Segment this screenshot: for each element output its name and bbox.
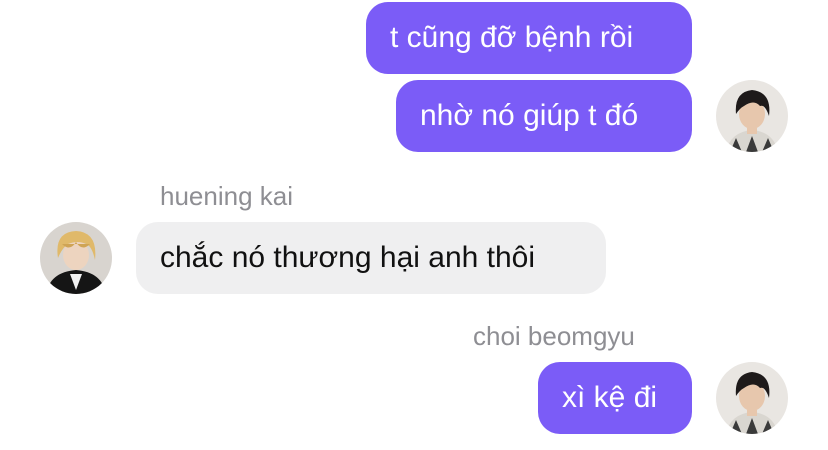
message-text: chắc nó thương hại anh thôi	[160, 241, 536, 274]
message-bubble-sent[interactable]: t cũng đỡ bệnh rồi	[366, 2, 692, 74]
sender-name: huening kai	[160, 181, 293, 211]
message-text: nhờ nó giúp t đó	[420, 99, 639, 132]
beomgyu-avatar[interactable]	[716, 80, 788, 152]
message-bubble-received[interactable]: chắc nó thương hại anh thôi	[136, 222, 606, 294]
message-bubble-sent[interactable]: xì kệ đi	[538, 362, 692, 434]
message-bubble-sent[interactable]: nhờ nó giúp t đó	[396, 80, 692, 152]
beomgyu-avatar[interactable]	[716, 362, 788, 434]
message-text: xì kệ đi	[562, 381, 658, 414]
huening-kai-avatar[interactable]	[40, 222, 112, 294]
sender-name: choi beomgyu	[473, 321, 635, 351]
message-text: t cũng đỡ bệnh rồi	[390, 21, 634, 54]
